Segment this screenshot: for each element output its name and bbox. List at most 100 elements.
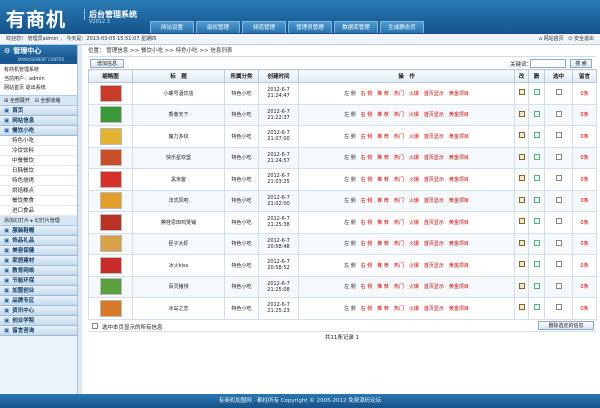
op-link[interactable]: 左 侧	[344, 112, 356, 118]
row-checkbox[interactable]	[555, 239, 562, 246]
collapse-all-button[interactable]: ⊟ 全部收缩	[35, 98, 61, 104]
nav-channel[interactable]: 频道管理	[242, 21, 286, 33]
add-info-button[interactable]: 增加信息	[90, 59, 124, 68]
row-title[interactable]: 香巷天下	[132, 103, 225, 126]
thumbnail-image[interactable]	[99, 84, 122, 102]
sidebar-section[interactable]: ▣ 创业学院	[0, 316, 77, 326]
thumbnail-image[interactable]	[99, 106, 122, 124]
op-link[interactable]: 黄金项目	[449, 134, 469, 140]
keyword-input[interactable]	[530, 59, 566, 68]
sidebar-section[interactable]: ▣ 留言咨询	[0, 326, 77, 336]
nav-admin[interactable]: 管理员管理	[288, 21, 332, 33]
op-link[interactable]: 左 侧	[344, 177, 356, 183]
row-title[interactable]: 腾桂思田鸡煲铺	[132, 211, 225, 234]
row-checkbox[interactable]	[555, 110, 562, 117]
op-link[interactable]: 右 侧	[361, 263, 373, 269]
row-checkbox[interactable]	[555, 196, 562, 203]
row-messages[interactable]: 0条	[572, 211, 597, 234]
sidebar-item[interactable]: 烘焙糕点	[0, 186, 77, 196]
op-link[interactable]: 推 荐	[377, 284, 389, 290]
row-messages[interactable]: 0条	[572, 125, 597, 148]
sidebar-item[interactable]: 日韩餐饮	[0, 166, 77, 176]
sidebar-section-food[interactable]: ▣ 餐饮小吃	[0, 126, 77, 136]
op-link[interactable]: 左 侧	[344, 91, 356, 97]
sidebar-item[interactable]: 餐饮美食	[0, 196, 77, 206]
nav-static[interactable]: 生成静态页	[380, 21, 424, 33]
thumbnail-image[interactable]	[99, 235, 122, 253]
op-link[interactable]: 热门	[394, 263, 404, 269]
delete-icon[interactable]	[533, 89, 540, 96]
op-link[interactable]: 黄金项目	[449, 91, 469, 97]
op-link[interactable]: 右 侧	[361, 177, 373, 183]
delete-icon[interactable]	[533, 175, 540, 182]
row-checkbox[interactable]	[555, 282, 562, 289]
op-link[interactable]: 热门	[394, 91, 404, 97]
nav-database[interactable]: 数据库管理	[334, 21, 378, 33]
row-messages[interactable]: 0条	[572, 189, 597, 212]
edit-icon[interactable]	[518, 261, 525, 268]
op-link[interactable]: 首页显示	[424, 198, 444, 204]
op-link[interactable]: 火爆	[409, 284, 419, 290]
edit-icon[interactable]	[518, 196, 525, 203]
edit-icon[interactable]	[518, 132, 525, 139]
sidebar-section[interactable]: ▣ 服装鞋帽	[0, 226, 77, 236]
sidebar-section[interactable]: ▣ 美容保健	[0, 246, 77, 256]
op-link[interactable]: 左 侧	[344, 306, 356, 312]
op-link[interactable]: 首页显示	[424, 284, 444, 290]
row-messages[interactable]: 0条	[572, 254, 597, 277]
edit-icon[interactable]	[518, 304, 525, 311]
op-link[interactable]: 推 荐	[377, 198, 389, 204]
op-link[interactable]: 热门	[394, 177, 404, 183]
op-link[interactable]: 热门	[394, 134, 404, 140]
op-link[interactable]: 火爆	[409, 112, 419, 118]
op-link[interactable]: 推 荐	[377, 112, 389, 118]
edit-icon[interactable]	[518, 89, 525, 96]
row-title[interactable]: 百灵猪排	[132, 275, 225, 298]
op-link[interactable]: 热门	[394, 220, 404, 226]
op-link[interactable]: 黄金项目	[449, 284, 469, 290]
row-title[interactable]: 小螺号酒饮店	[132, 82, 225, 105]
delete-icon[interactable]	[533, 261, 540, 268]
sidebar-section[interactable]: ▣ 家居建材	[0, 256, 77, 266]
nav-site-settings[interactable]: 网站设置	[150, 21, 194, 33]
delete-icon[interactable]	[533, 282, 540, 289]
op-link[interactable]: 右 侧	[361, 241, 373, 247]
op-link[interactable]: 首页显示	[424, 241, 444, 247]
row-checkbox[interactable]	[555, 89, 562, 96]
delete-icon[interactable]	[533, 110, 540, 117]
op-link[interactable]: 右 侧	[361, 306, 373, 312]
sidebar-item[interactable]: 冷饮饮料	[0, 146, 77, 156]
op-link[interactable]: 右 侧	[361, 284, 373, 290]
thumbnail-image[interactable]	[99, 127, 122, 145]
op-link[interactable]: 火爆	[409, 263, 419, 269]
thumbnail-image[interactable]	[99, 192, 122, 210]
row-title[interactable]: 法式风吧	[132, 189, 225, 212]
row-messages[interactable]: 0条	[572, 168, 597, 191]
op-link[interactable]: 左 侧	[344, 241, 356, 247]
sidebar-item[interactable]: 进口食品	[0, 206, 77, 216]
op-link[interactable]: 推 荐	[377, 220, 389, 226]
row-messages[interactable]: 0条	[572, 146, 597, 169]
op-link[interactable]: 右 侧	[361, 91, 373, 97]
op-link[interactable]: 热门	[394, 155, 404, 161]
row-messages[interactable]: 0条	[572, 103, 597, 126]
delete-icon[interactable]	[533, 304, 540, 311]
row-checkbox[interactable]	[555, 218, 562, 225]
op-link[interactable]: 火爆	[409, 91, 419, 97]
op-link[interactable]: 黄金项目	[449, 155, 469, 161]
op-link[interactable]: 右 侧	[361, 134, 373, 140]
op-link[interactable]: 火爆	[409, 177, 419, 183]
row-checkbox[interactable]	[555, 132, 562, 139]
op-link[interactable]: 推 荐	[377, 306, 389, 312]
thumbnail-image[interactable]	[99, 256, 122, 274]
row-title[interactable]: 冰岛之恋	[132, 297, 225, 320]
op-link[interactable]: 热门	[394, 198, 404, 204]
thumbnail-image[interactable]	[99, 213, 122, 231]
delete-icon[interactable]	[533, 132, 540, 139]
op-link[interactable]: 黄金项目	[449, 241, 469, 247]
site-home-link[interactable]: 网站首页	[544, 36, 564, 42]
delete-icon[interactable]	[533, 196, 540, 203]
row-title[interactable]: 臣子大虾	[132, 232, 225, 255]
op-link[interactable]: 首页显示	[424, 263, 444, 269]
op-link[interactable]: 左 侧	[344, 155, 356, 161]
